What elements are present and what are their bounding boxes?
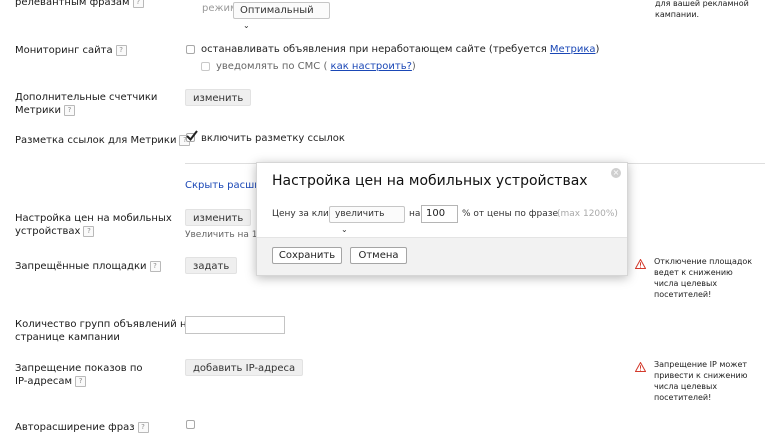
forbidden-warning-text: Отключение площадок ведет к снижению чис… bbox=[654, 257, 753, 299]
percent-suffix: % от цены по фразе bbox=[462, 209, 559, 219]
markup-label: Разметка ссылок для Метрики? bbox=[15, 134, 191, 147]
help-icon[interactable]: ? bbox=[75, 375, 87, 387]
mobile-prices-label: Настройка цен на мобильных устройствах? bbox=[15, 213, 172, 237]
mode-select-value: Оптимальный bbox=[240, 5, 314, 16]
markup-option: включить разметку ссылок bbox=[201, 133, 345, 144]
mobile-prices-hint: Увеличить на 1 bbox=[185, 230, 258, 240]
help-icon[interactable]: ? bbox=[64, 104, 75, 116]
ip-warning-text: Запрещение IP может привести к снижению … bbox=[654, 360, 748, 402]
auto-expansion-checkbox[interactable] bbox=[186, 420, 195, 429]
metrika-link[interactable]: Метрика bbox=[550, 44, 596, 55]
warning-icon bbox=[635, 259, 646, 269]
auto-expansion-label: Авторасширение фраз? bbox=[15, 421, 149, 434]
forbidden-platforms-set-button[interactable]: задать bbox=[185, 257, 238, 274]
action-select-value: увеличить bbox=[335, 209, 385, 219]
help-icon[interactable]: ? bbox=[137, 421, 149, 433]
mode-select[interactable]: Оптимальный ⌄ bbox=[233, 2, 330, 30]
help-icon[interactable]: ? bbox=[83, 225, 95, 237]
counters-label: Дополнительные счетчики Метрики? bbox=[15, 92, 158, 116]
max-hint: (max 1200%) bbox=[557, 209, 618, 219]
sms-checkbox[interactable] bbox=[201, 62, 210, 71]
sms-option: уведомлять по СМС ( как настроить?) bbox=[216, 61, 416, 72]
chevron-down-icon: ⌄ bbox=[243, 21, 250, 30]
how-to-setup-link[interactable]: как настроить? bbox=[331, 61, 412, 72]
help-icon[interactable]: ? bbox=[132, 0, 144, 8]
cancel-button[interactable]: Отмена bbox=[350, 247, 407, 264]
dialog-title: Настройка цен на мобильных устройствах bbox=[272, 173, 588, 189]
dialog-footer: Сохранить Отмена bbox=[257, 237, 627, 275]
groups-count-label: Количество групп объявлений на странице … bbox=[15, 319, 193, 343]
chevron-down-icon: ⌄ bbox=[341, 225, 348, 234]
monitoring-checkbox[interactable] bbox=[186, 45, 195, 54]
percent-input[interactable]: 100 bbox=[421, 205, 458, 223]
top-right-note: для вашей рекламной кампании. bbox=[655, 0, 749, 19]
warning-icon bbox=[635, 362, 646, 372]
mobile-prices-change-button[interactable]: изменить bbox=[185, 209, 252, 226]
monitoring-label: Мониторинг сайта? bbox=[15, 44, 127, 57]
forbidden-platforms-label: Запрещённые площадки? bbox=[15, 260, 161, 273]
monitoring-option: останавливать объявления при неработающе… bbox=[201, 44, 600, 55]
help-icon[interactable]: ? bbox=[115, 44, 127, 56]
price-label: Цену за клик bbox=[272, 209, 335, 219]
on-label: на bbox=[409, 209, 421, 219]
help-icon[interactable]: ? bbox=[149, 260, 161, 272]
groups-count-input[interactable] bbox=[185, 316, 285, 334]
save-button[interactable]: Сохранить bbox=[272, 247, 342, 264]
checkmark-icon bbox=[186, 130, 198, 141]
action-select[interactable]: увеличить ⌄ bbox=[329, 206, 405, 234]
ip-block-label: Запрещение показов по IP-адресам? bbox=[15, 363, 143, 387]
add-ip-button[interactable]: добавить IP-адреса bbox=[185, 359, 304, 376]
markup-checkbox[interactable] bbox=[186, 130, 198, 142]
counters-change-button[interactable]: изменить bbox=[185, 89, 252, 106]
close-icon[interactable]: × bbox=[611, 168, 621, 178]
phrases-label: релевантным фразам? bbox=[15, 0, 144, 9]
mobile-prices-dialog: Настройка цен на мобильных устройствах ×… bbox=[256, 162, 628, 276]
